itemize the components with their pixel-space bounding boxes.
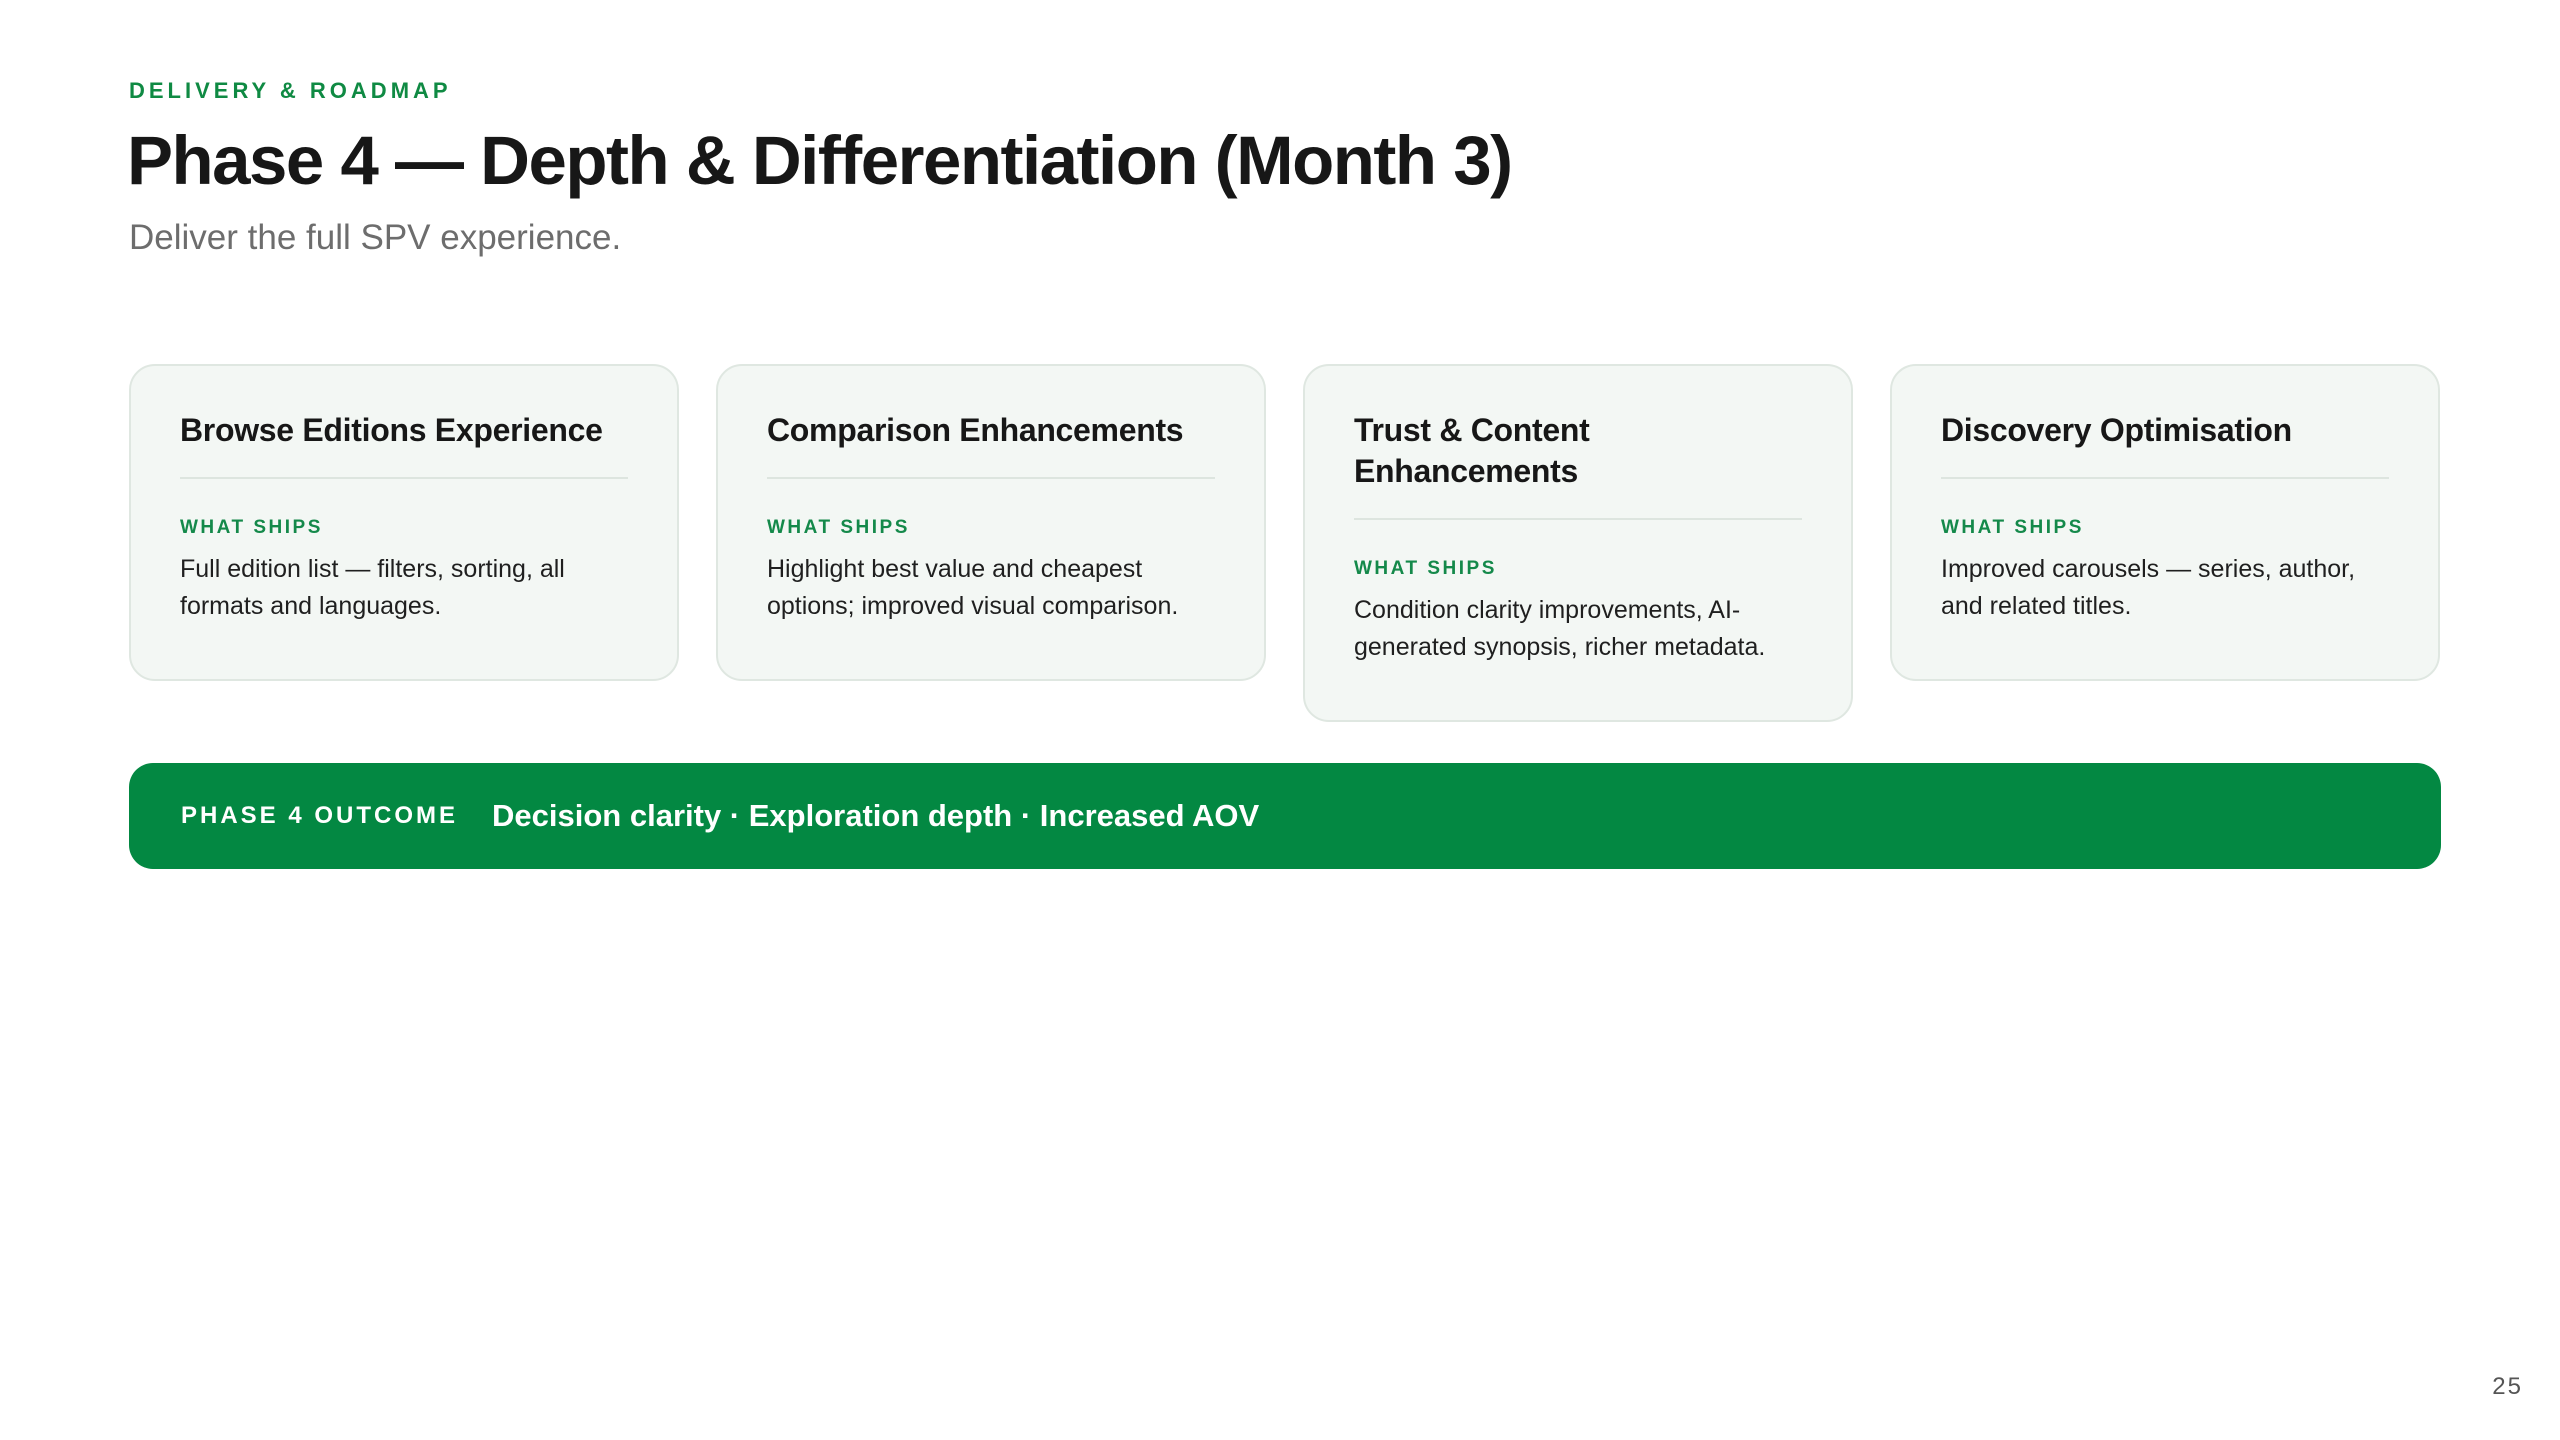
what-ships-label: WHAT SHIPS — [180, 517, 323, 538]
outcome-text: Decision clarity · Exploration depth · I… — [492, 798, 1260, 833]
card-browse-editions: Browse Editions Experience WHAT SHIPS Fu… — [129, 364, 679, 681]
what-ships-text: Condition clarity improvements, AI-gener… — [1354, 596, 1766, 661]
slide: DELIVERY & ROADMAP Phase 4 — Depth & Dif… — [0, 0, 2560, 1440]
card-trust-content: Trust & Content Enhancements WHAT SHIPS … — [1303, 364, 1853, 722]
card-title: Browse Editions Experience — [180, 410, 628, 479]
what-ships-text: Improved carousels — series, author, and… — [1941, 555, 2356, 620]
page-number: 25 — [2492, 1373, 2523, 1400]
outcome-label: PHASE 4 OUTCOME — [181, 802, 459, 829]
page-subtitle: Deliver the full SPV experience. — [129, 218, 622, 257]
card-title: Comparison Enhancements — [767, 410, 1215, 479]
phase-outcome-banner: PHASE 4 OUTCOME Decision clarity · Explo… — [129, 763, 2441, 869]
what-ships-label: WHAT SHIPS — [1941, 517, 2084, 538]
what-ships-text: Full edition list — filters, sorting, al… — [180, 555, 565, 620]
what-ships-text: Highlight best value and cheapest option… — [767, 555, 1179, 620]
card-discovery-optimisation: Discovery Optimisation WHAT SHIPS Improv… — [1890, 364, 2440, 681]
card-title: Discovery Optimisation — [1941, 410, 2389, 479]
deliverable-cards: Browse Editions Experience WHAT SHIPS Fu… — [129, 364, 2441, 722]
what-ships-label: WHAT SHIPS — [1354, 558, 1497, 579]
section-eyebrow: DELIVERY & ROADMAP — [129, 78, 452, 103]
card-title: Trust & Content Enhancements — [1354, 410, 1802, 520]
page-title: Phase 4 — Depth & Differentiation (Month… — [127, 122, 1513, 199]
what-ships-label: WHAT SHIPS — [767, 517, 910, 538]
card-comparison-enhancements: Comparison Enhancements WHAT SHIPS Highl… — [716, 364, 1266, 681]
